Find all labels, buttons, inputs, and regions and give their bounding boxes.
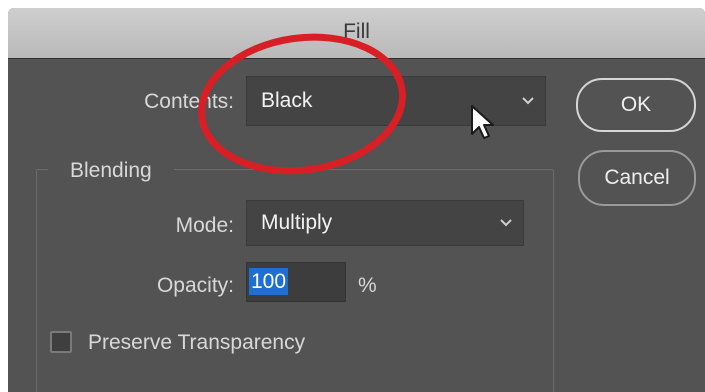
- opacity-value: 100: [249, 268, 289, 295]
- preserve-transparency-checkbox[interactable]: [50, 331, 72, 353]
- chevron-down-icon: [522, 97, 534, 105]
- mode-label: Mode:: [175, 214, 234, 237]
- ok-button[interactable]: OK: [576, 78, 696, 132]
- percent-label: %: [358, 274, 377, 297]
- opacity-label: Opacity:: [156, 274, 234, 297]
- contents-dropdown[interactable]: Black: [246, 76, 546, 126]
- preserve-transparency-label: Preserve Transparency: [88, 331, 306, 354]
- mode-value: Multiply: [261, 211, 333, 234]
- opacity-input[interactable]: 100: [246, 262, 346, 302]
- mouse-pointer-icon: [471, 105, 494, 139]
- blending-title: Blending: [48, 159, 174, 183]
- cancel-button[interactable]: Cancel: [578, 150, 696, 206]
- chevron-down-icon: [500, 219, 512, 227]
- contents-value: Black: [261, 89, 313, 112]
- mode-dropdown[interactable]: Multiply: [246, 200, 524, 246]
- title-bar[interactable]: Fill: [8, 8, 705, 59]
- fill-dialog: Fill Contents: Black Blending Mode: Mult…: [8, 8, 705, 392]
- dialog-title: Fill: [343, 20, 370, 43]
- contents-label: Contents:: [144, 90, 234, 113]
